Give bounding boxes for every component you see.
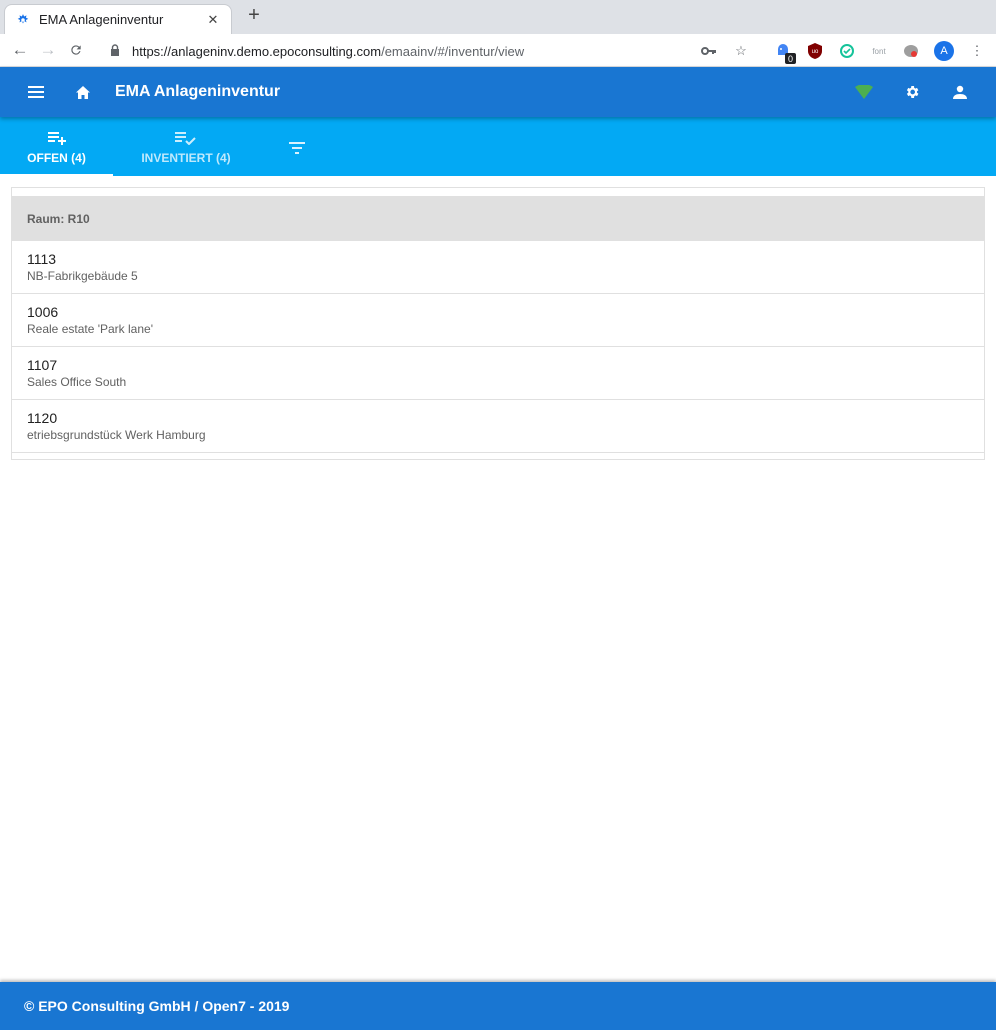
asset-number: 1120 bbox=[27, 409, 58, 426]
app-title: EMA Anlageninventur bbox=[115, 83, 281, 100]
url-path: /emaainv/#/inventur/view bbox=[381, 43, 525, 59]
app-header: EMA Anlageninventur bbox=[0, 67, 996, 117]
room-header: Raum: R10 bbox=[12, 196, 984, 241]
browser-tab[interactable]: EMA Anlageninventur ✕ bbox=[4, 4, 232, 34]
asset-number: 1107 bbox=[27, 356, 58, 373]
key-icon[interactable] bbox=[700, 42, 718, 60]
address-bar[interactable]: https://anlageninv.demo.epoconsulting.co… bbox=[110, 39, 524, 63]
toolbar-icons: ☆ 0 uo font A ⋮ bbox=[700, 40, 986, 64]
browser-toolbar: ← → https://anlageninv.demo.epoconsultin… bbox=[0, 34, 996, 67]
asset-number: 1113 bbox=[27, 250, 57, 267]
user-account-icon[interactable] bbox=[948, 80, 972, 104]
asset-number: 1006 bbox=[27, 303, 59, 320]
svg-text:uo: uo bbox=[812, 49, 819, 55]
bookmark-star-icon[interactable]: ☆ bbox=[732, 42, 750, 60]
tab-inventiert[interactable]: INVENTIERT (4) bbox=[113, 117, 259, 176]
profile-avatar[interactable]: A bbox=[934, 41, 954, 61]
asset-description: Reale estate 'Park lane' bbox=[27, 321, 153, 336]
asset-list-card: Raum: R10 1113 NB-Fabrikgebäude 5 1006 R… bbox=[11, 187, 985, 460]
tab-offen-label: OFFEN (4) bbox=[27, 150, 86, 165]
app-footer: © EPO Consulting GmbH / Open7 - 2019 bbox=[0, 982, 996, 1030]
privacy-extension-icon[interactable] bbox=[902, 42, 920, 60]
inventory-tabs: OFFEN (4) INVENTIERT (4) bbox=[0, 117, 996, 176]
tab-offen[interactable]: OFFEN (4) bbox=[0, 117, 113, 176]
playlist-add-icon bbox=[47, 129, 66, 147]
app-favicon-icon bbox=[15, 12, 31, 28]
connection-status-icon bbox=[852, 80, 876, 104]
settings-gear-icon[interactable] bbox=[900, 80, 924, 104]
browser-menu-icon[interactable]: ⋮ bbox=[968, 42, 986, 60]
tab-close-icon[interactable]: ✕ bbox=[203, 12, 223, 28]
list-item[interactable]: 1120 etriebsgrundstück Werk Hamburg bbox=[12, 400, 984, 453]
filter-icon bbox=[289, 139, 305, 157]
extension-icon[interactable]: 0 bbox=[774, 42, 796, 64]
asset-description: NB-Fabrikgebäude 5 bbox=[27, 268, 138, 283]
menu-icon[interactable] bbox=[24, 80, 48, 104]
new-tab-button[interactable]: + bbox=[244, 5, 264, 26]
playlist-check-icon bbox=[175, 129, 197, 147]
ublock-icon[interactable]: uo bbox=[806, 42, 824, 60]
asset-description: Sales Office South bbox=[27, 374, 127, 389]
browser-tab-title: EMA Anlageninventur bbox=[39, 12, 164, 27]
back-icon[interactable]: ← bbox=[6, 36, 34, 64]
filter-button[interactable] bbox=[275, 117, 319, 176]
font-extension-icon[interactable]: font bbox=[870, 42, 888, 60]
list-item[interactable]: 1107 Sales Office South bbox=[12, 347, 984, 400]
tab-inventiert-label: INVENTIERT (4) bbox=[141, 150, 231, 165]
asset-description: etriebsgrundstück Werk Hamburg bbox=[27, 427, 206, 442]
home-icon[interactable] bbox=[71, 80, 95, 104]
copyright-text: © EPO Consulting GmbH / Open7 - 2019 bbox=[24, 998, 290, 1014]
extension-badge: 0 bbox=[785, 53, 796, 64]
lock-icon bbox=[110, 43, 124, 59]
list-item[interactable]: 1113 NB-Fabrikgebäude 5 bbox=[12, 241, 984, 294]
active-tab-indicator bbox=[0, 174, 113, 176]
grammar-check-icon[interactable] bbox=[838, 42, 856, 60]
forward-icon[interactable]: → bbox=[34, 36, 62, 64]
browser-tab-strip: EMA Anlageninventur ✕ + bbox=[0, 0, 996, 34]
reload-icon[interactable] bbox=[62, 36, 90, 64]
url-host: https://anlageninv.demo.epoconsulting.co… bbox=[132, 43, 382, 59]
list-item[interactable]: 1006 Reale estate 'Park lane' bbox=[12, 294, 984, 347]
